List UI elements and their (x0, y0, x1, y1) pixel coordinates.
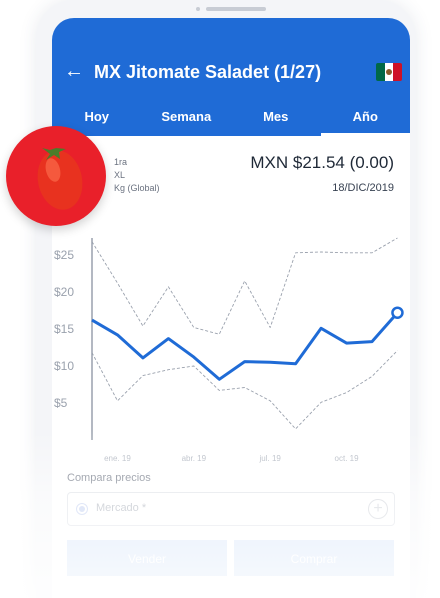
buy-button[interactable]: Comprar (234, 540, 394, 576)
speaker-grille (206, 7, 266, 11)
radio-icon[interactable] (76, 503, 88, 515)
grade-size: XL (114, 170, 126, 180)
tab-mes[interactable]: Mes (231, 102, 321, 136)
price-chart: $25 $20 $15 $10 $5 ene. 19 abr. 19 jul. 19 oct. … (54, 237, 404, 463)
y-tick-label: $15 (54, 322, 74, 336)
x-tick-label: ene. 19 (104, 454, 131, 463)
plus-circle-icon[interactable]: + (368, 499, 388, 519)
y-tick-label: $10 (54, 359, 74, 373)
y-tick-label: $20 (54, 285, 74, 299)
sell-button[interactable]: Vender (67, 540, 227, 576)
x-tick-label: oct. 19 (335, 454, 360, 463)
camera-dot (196, 7, 200, 11)
grade-quality: 1ra (114, 157, 128, 167)
app-screen: ← MX Jitomate Saladet (1/27) Hoy Semana … (52, 18, 410, 598)
compare-label: Compara precios (67, 472, 151, 484)
tomato-icon (6, 126, 106, 226)
app-header: ← MX Jitomate Saladet (1/27) Hoy Semana … (52, 18, 410, 136)
x-tick-label: abr. 19 (182, 454, 207, 463)
y-tick-label: $25 (54, 248, 74, 262)
y-tick-label: $5 (54, 396, 68, 410)
x-tick-label: jul. 19 (259, 454, 282, 463)
tab-semana[interactable]: Semana (142, 102, 232, 136)
mexico-flag-icon (376, 63, 402, 81)
mercado-select[interactable]: Mercado * + (67, 492, 395, 526)
last-point-marker[interactable] (391, 306, 404, 319)
arrow-left-icon[interactable]: ← (64, 61, 84, 81)
page-title: MX Jitomate Saladet (1/27) (94, 62, 322, 82)
price-date: 18/DIC/2019 (332, 182, 394, 194)
series-line-high (91, 237, 398, 335)
tab-ano[interactable]: Año (320, 102, 411, 136)
grade-unit: Kg (Global) (114, 183, 160, 193)
product-grade: 1ra XL Kg (Global) (114, 156, 160, 195)
current-price: MXN $21.54 (0.00) (250, 153, 394, 172)
mercado-label: Mercado * (96, 502, 147, 514)
series-line-price (91, 311, 399, 381)
